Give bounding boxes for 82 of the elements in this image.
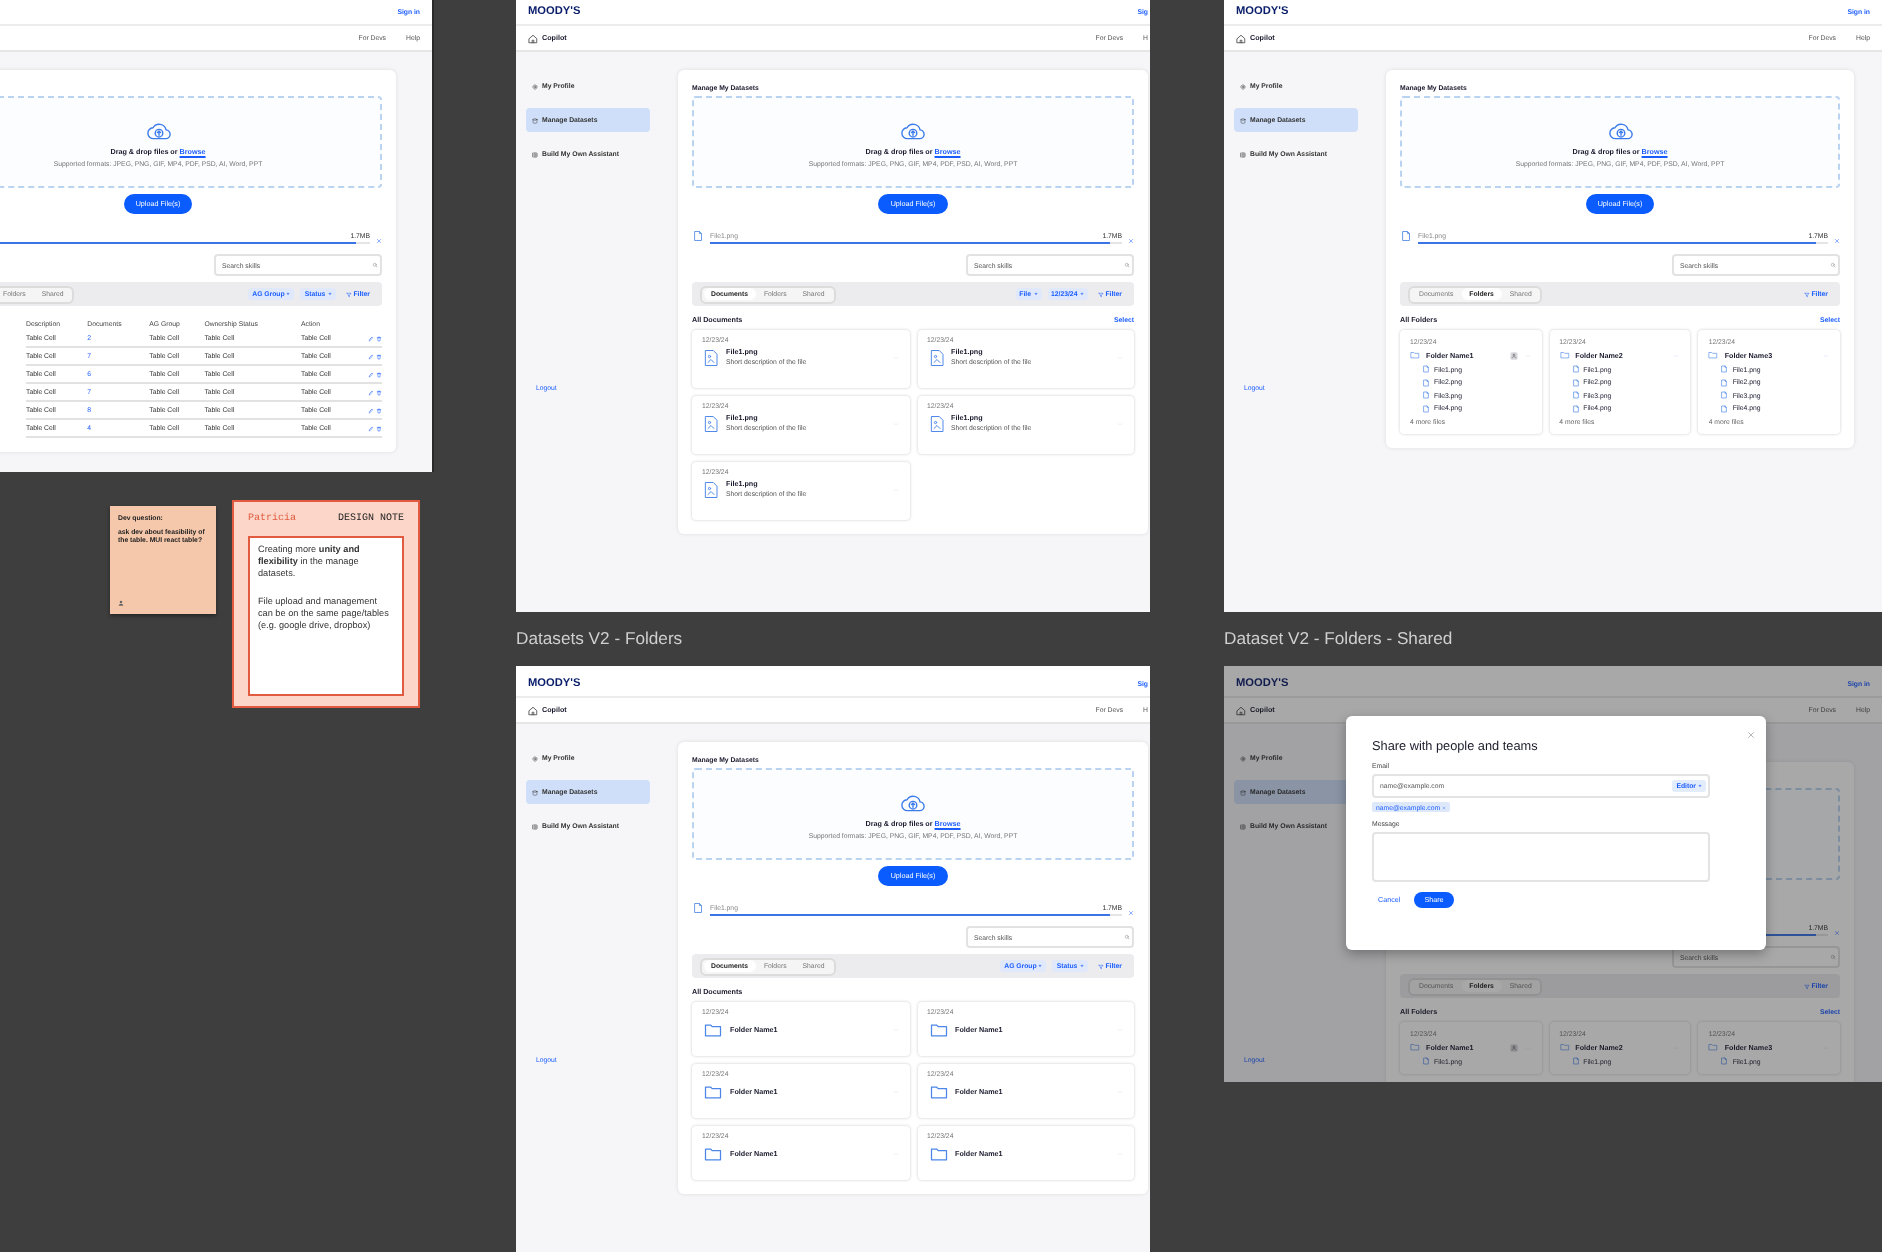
home-icon (528, 705, 538, 715)
funnel-icon (1803, 983, 1810, 989)
caret-icon (327, 292, 332, 296)
message-field[interactable] (1372, 832, 1710, 882)
image-file-icon (927, 347, 945, 367)
folder-icon (1559, 1042, 1570, 1052)
document-icon (1422, 390, 1430, 400)
delete-icon[interactable] (376, 353, 382, 359)
funnel-icon (345, 291, 352, 297)
search-icon (371, 262, 377, 268)
folder-icon (927, 1144, 949, 1164)
folder-icon (702, 1020, 724, 1040)
caret-icon (1079, 964, 1084, 968)
delete-icon[interactable] (376, 425, 382, 431)
edit-icon[interactable] (367, 389, 373, 395)
document-icon (1571, 377, 1580, 387)
edit-icon[interactable] (367, 425, 373, 431)
document-icon (1571, 403, 1580, 413)
frame-title: Datasets V2 - Folders (516, 628, 683, 648)
document-icon (1422, 377, 1430, 387)
person-icon (118, 600, 124, 606)
document-icon (692, 900, 704, 916)
document-icon (1720, 1056, 1729, 1066)
caret-icon (286, 292, 291, 296)
search-icon (1123, 934, 1129, 940)
image-file-icon (702, 479, 720, 499)
close-icon[interactable] (1128, 910, 1134, 916)
document-icon (1422, 403, 1430, 413)
document-icon (1720, 403, 1729, 413)
funnel-icon (1097, 291, 1104, 297)
database-icon (1240, 789, 1246, 795)
delete-icon[interactable] (376, 389, 382, 395)
database-icon (1240, 117, 1246, 123)
person-icon[interactable] (1509, 1043, 1518, 1051)
close-icon[interactable] (1746, 730, 1756, 740)
folder-icon (702, 1082, 724, 1102)
document-icon (1571, 1056, 1580, 1066)
funnel-icon (1097, 963, 1104, 969)
home-icon (1236, 705, 1246, 715)
close-icon[interactable] (376, 238, 382, 244)
close-icon[interactable] (1128, 238, 1134, 244)
edit-icon[interactable] (367, 335, 373, 341)
delete-icon[interactable] (376, 407, 382, 413)
image-file-icon (927, 413, 945, 433)
folder-icon (1559, 350, 1570, 360)
close-icon[interactable] (1834, 930, 1840, 936)
caret-icon (1038, 964, 1043, 968)
folder-icon (927, 1020, 949, 1040)
folder-icon (927, 1082, 949, 1102)
folder-icon (1708, 1042, 1719, 1052)
image-file-icon (702, 347, 720, 367)
delete-icon[interactable] (376, 335, 382, 341)
document-icon (1422, 1056, 1430, 1066)
document-icon (1720, 390, 1729, 400)
home-icon (528, 33, 538, 43)
edit-icon[interactable] (367, 353, 373, 359)
folder-icon (1410, 1042, 1420, 1052)
database-icon (532, 117, 538, 123)
document-icon (1422, 364, 1430, 374)
document-icon (1720, 364, 1729, 374)
image-file-icon (702, 413, 720, 433)
funnel-icon (1803, 291, 1810, 297)
frame-title: Dataset V2 - Folders - Shared (1224, 628, 1453, 648)
folder-icon (702, 1144, 724, 1164)
document-icon (1400, 228, 1412, 244)
folder-icon (1708, 350, 1719, 360)
person-icon[interactable] (1509, 351, 1518, 359)
database-icon (532, 789, 538, 795)
document-icon (692, 228, 704, 244)
document-icon (1571, 390, 1580, 400)
document-icon (1571, 364, 1580, 374)
document-icon (1720, 377, 1729, 387)
search-icon (1829, 262, 1835, 268)
home-icon (1236, 33, 1246, 43)
edit-icon[interactable] (367, 371, 373, 377)
search-icon (1123, 262, 1129, 268)
caret-icon (1033, 292, 1037, 296)
folder-icon (1410, 350, 1420, 360)
close-icon[interactable] (1834, 238, 1840, 244)
delete-icon[interactable] (376, 371, 382, 377)
caret-icon (1079, 292, 1084, 296)
edit-icon[interactable] (367, 407, 373, 413)
